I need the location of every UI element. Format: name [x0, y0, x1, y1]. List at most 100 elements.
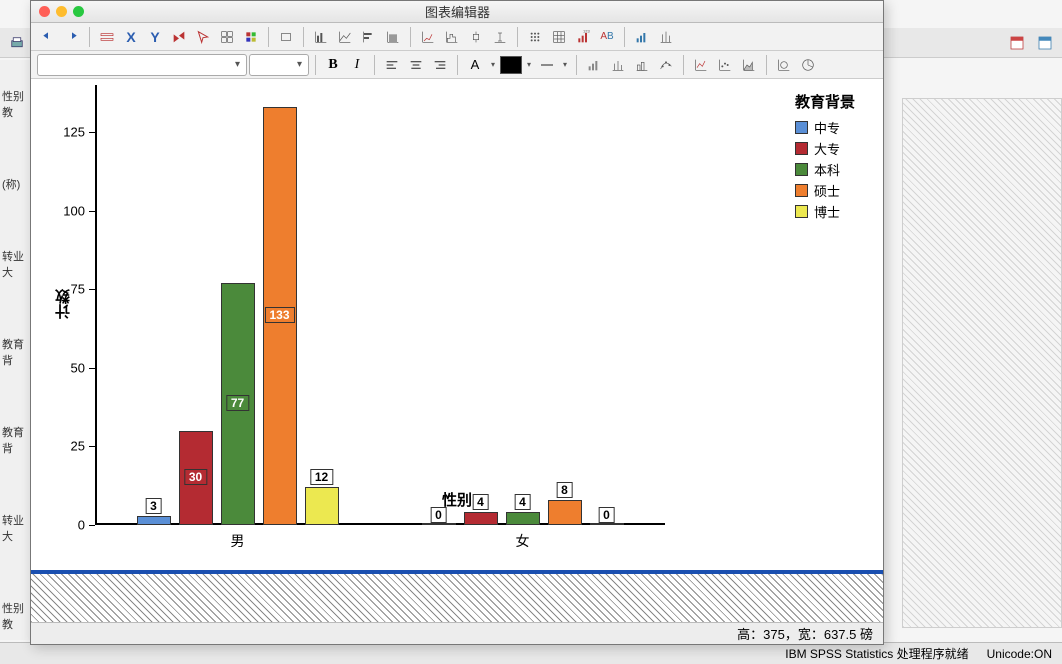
vars-icon[interactable] — [1034, 32, 1056, 54]
bar-value-label: 4 — [472, 494, 489, 510]
side-item: (称) — [0, 168, 31, 200]
x-axis-label: 性别 — [442, 489, 472, 510]
y-axis-button[interactable]: Y — [144, 26, 166, 48]
hbar-icon[interactable] — [358, 26, 380, 48]
chart-type-9-icon[interactable] — [797, 54, 819, 76]
legend-row[interactable]: 博士 — [795, 202, 855, 221]
fill-color-swatch[interactable] — [500, 56, 522, 74]
side-item: 转业大 — [0, 504, 31, 552]
bar[interactable]: 77 — [221, 283, 255, 525]
bold-button[interactable]: B — [322, 54, 344, 76]
box-icon[interactable] — [465, 26, 487, 48]
bar-icon[interactable] — [310, 26, 332, 48]
category-label: 男 — [231, 525, 245, 551]
statusbar: IBM SPSS Statistics 处理程序就绪 Unicode:ON — [0, 642, 1062, 664]
bar-value-label: 77 — [226, 395, 249, 411]
color-button[interactable] — [240, 26, 262, 48]
align-center-button[interactable] — [405, 54, 427, 76]
y-tick-label: 125 — [63, 125, 95, 140]
titlebar[interactable]: 图表编辑器 — [31, 1, 883, 23]
chart-editor-window: 图表编辑器 X Y 123 AB ▾ ▾ — [30, 0, 884, 645]
bar[interactable]: 0 — [590, 523, 624, 525]
bar[interactable]: 12 — [305, 487, 339, 525]
x-axis-button[interactable]: X — [120, 26, 142, 48]
legend-label: 大专 — [814, 139, 840, 158]
bar[interactable]: 4 — [464, 512, 498, 525]
line-icon[interactable] — [334, 26, 356, 48]
bar[interactable]: 133 — [263, 107, 297, 525]
hist-icon[interactable] — [441, 26, 463, 48]
area-icon[interactable] — [382, 26, 404, 48]
chart-type-2-icon[interactable] — [607, 54, 629, 76]
legend-label: 本科 — [814, 160, 840, 179]
window-title: 图表编辑器 — [92, 2, 823, 21]
close-icon[interactable] — [39, 6, 50, 17]
bar-value-label: 133 — [264, 307, 294, 323]
chart-canvas[interactable]: 计数 02550751001253307713312男04480女 性别 教育背… — [31, 79, 883, 622]
legend-row[interactable]: 硕士 — [795, 181, 855, 200]
transpose-button[interactable] — [168, 26, 190, 48]
rect-tool-button[interactable] — [275, 26, 297, 48]
text-color-chevron[interactable]: ▾ — [488, 56, 498, 74]
zoom-icon[interactable] — [73, 6, 84, 17]
toolbar-row-2: ▾ ▾ B I A ▾ ▾ ▾ — [31, 51, 883, 79]
bar[interactable]: 0 — [422, 523, 456, 525]
category-label: 女 — [516, 525, 530, 551]
chart-type-4-icon[interactable] — [655, 54, 677, 76]
fill-color-chevron[interactable]: ▾ — [524, 56, 534, 74]
bar-value-label: 3 — [145, 498, 162, 514]
bar[interactable]: 8 — [548, 500, 582, 525]
bar[interactable]: 30 — [179, 431, 213, 525]
redo-button[interactable] — [61, 26, 83, 48]
plot-area: 02550751001253307713312男04480女 — [95, 85, 665, 525]
y-tick-label: 100 — [63, 203, 95, 218]
props-button[interactable] — [96, 26, 118, 48]
legend-swatch — [795, 205, 808, 218]
align-right-button[interactable] — [429, 54, 451, 76]
chart-type-3-icon[interactable] — [631, 54, 653, 76]
font-size-selector[interactable]: ▾ — [249, 54, 309, 76]
grid-dots-icon[interactable] — [524, 26, 546, 48]
dist-icon[interactable] — [655, 26, 677, 48]
bg-sidebar: 性别 教 (称) 转业大 教育背 教育背 转业大 性别 教 — [0, 60, 32, 640]
data-icon[interactable] — [1006, 32, 1028, 54]
font-selector[interactable]: ▾ — [37, 54, 247, 76]
chart-type-5-icon[interactable] — [690, 54, 712, 76]
label-icon[interactable]: 123 — [572, 26, 594, 48]
align-left-button[interactable] — [381, 54, 403, 76]
status-unicode: Unicode:ON — [987, 647, 1052, 661]
bar[interactable]: 3 — [137, 516, 171, 525]
line-style-button[interactable] — [536, 54, 558, 76]
text-color-button[interactable]: A — [464, 54, 486, 76]
bar-value-label: 4 — [514, 494, 531, 510]
sort-bar-icon[interactable] — [631, 26, 653, 48]
minimize-icon[interactable] — [56, 6, 67, 17]
error-icon[interactable] — [489, 26, 511, 48]
svg-text:123: 123 — [583, 29, 590, 33]
bar[interactable]: 4 — [506, 512, 540, 525]
bar-value-label: 0 — [598, 507, 615, 523]
legend-row[interactable]: 中专 — [795, 118, 855, 137]
bar-value-label: 12 — [310, 469, 333, 485]
chart-type-6-icon[interactable] — [714, 54, 736, 76]
grid-button[interactable] — [216, 26, 238, 48]
chart-type-8-icon[interactable] — [773, 54, 795, 76]
bar-value-label: 30 — [184, 469, 207, 485]
fit-icon[interactable] — [417, 26, 439, 48]
side-item: 性别 教 — [0, 80, 31, 128]
ab-icon[interactable]: AB — [596, 26, 618, 48]
line-style-chevron[interactable]: ▾ — [560, 56, 570, 74]
chart-type-1-icon[interactable] — [583, 54, 605, 76]
side-item: 教育背 — [0, 416, 31, 464]
undo-button[interactable] — [37, 26, 59, 48]
chart-type-7-icon[interactable] — [738, 54, 760, 76]
select-button[interactable] — [192, 26, 214, 48]
print-icon[interactable] — [6, 32, 28, 54]
legend-row[interactable]: 本科 — [795, 160, 855, 179]
italic-button[interactable]: I — [346, 54, 368, 76]
legend: 教育背景 中专大专本科硕士博士 — [795, 91, 855, 223]
y-tick-label: 75 — [71, 282, 95, 297]
table-icon[interactable] — [548, 26, 570, 48]
y-tick-label: 50 — [71, 360, 95, 375]
legend-row[interactable]: 大专 — [795, 139, 855, 158]
